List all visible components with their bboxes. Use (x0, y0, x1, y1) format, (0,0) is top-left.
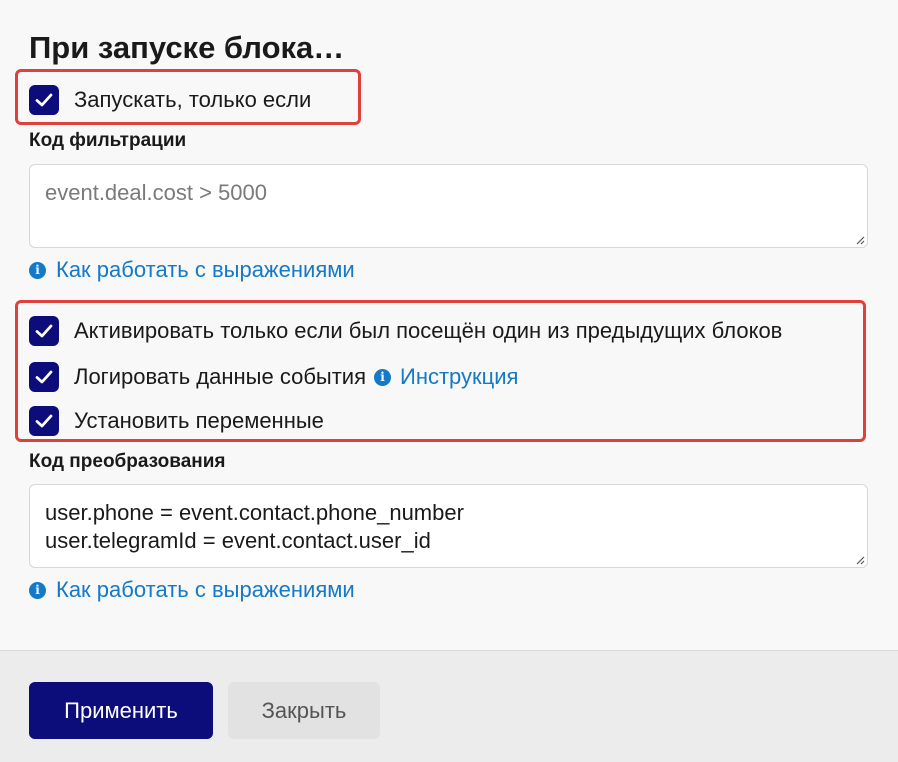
info-icon: i (29, 261, 46, 279)
apply-button[interactable]: Применить (29, 682, 213, 739)
checkmark-icon (35, 324, 53, 338)
option-row-set-variables: Установить переменные (29, 406, 324, 436)
set-variables-checkbox[interactable] (29, 406, 59, 436)
option-row-log-event: Логировать данные события i Инструкция (29, 362, 518, 392)
filter-code-placeholder: event.deal.cost > 5000 (45, 180, 267, 205)
transform-code-value: user.phone = event.contact.phone_number … (45, 500, 464, 553)
run-only-if-row: Запускать, только если (29, 85, 311, 115)
visited-blocks-label[interactable]: Активировать только если был посещён оди… (74, 316, 782, 346)
checkmark-icon (35, 93, 53, 107)
resize-grip-icon[interactable] (855, 555, 865, 565)
visited-blocks-checkbox[interactable] (29, 316, 59, 346)
filter-code-label: Код фильтрации (29, 130, 187, 151)
run-only-if-label[interactable]: Запускать, только если (74, 85, 311, 115)
set-variables-label[interactable]: Установить переменные (74, 406, 324, 436)
filter-help-link[interactable]: i Как работать с выражениями (29, 257, 355, 283)
checkmark-icon (35, 370, 53, 384)
close-button[interactable]: Закрыть (228, 682, 380, 739)
option-row-visited-blocks: Активировать только если был посещён оди… (29, 316, 782, 346)
checkmark-icon (35, 414, 53, 428)
dialog-footer: Применить Закрыть (0, 650, 898, 762)
transform-code-input[interactable]: user.phone = event.contact.phone_number … (29, 484, 868, 568)
resize-grip-icon[interactable] (855, 235, 865, 245)
transform-help-link-text[interactable]: Как работать с выражениями (56, 577, 355, 603)
instruction-link[interactable]: Инструкция (400, 362, 518, 392)
info-icon: i (374, 368, 392, 386)
log-event-label[interactable]: Логировать данные события (74, 362, 366, 392)
dialog-title: При запуске блока… (29, 30, 345, 65)
transform-help-link[interactable]: i Как работать с выражениями (29, 577, 355, 603)
filter-code-input[interactable]: event.deal.cost > 5000 (29, 164, 868, 248)
run-only-if-checkbox[interactable] (29, 85, 59, 115)
transform-code-label: Код преобразования (29, 451, 226, 472)
log-event-checkbox[interactable] (29, 362, 59, 392)
filter-help-link-text[interactable]: Как работать с выражениями (56, 257, 355, 283)
info-icon: i (29, 581, 46, 599)
